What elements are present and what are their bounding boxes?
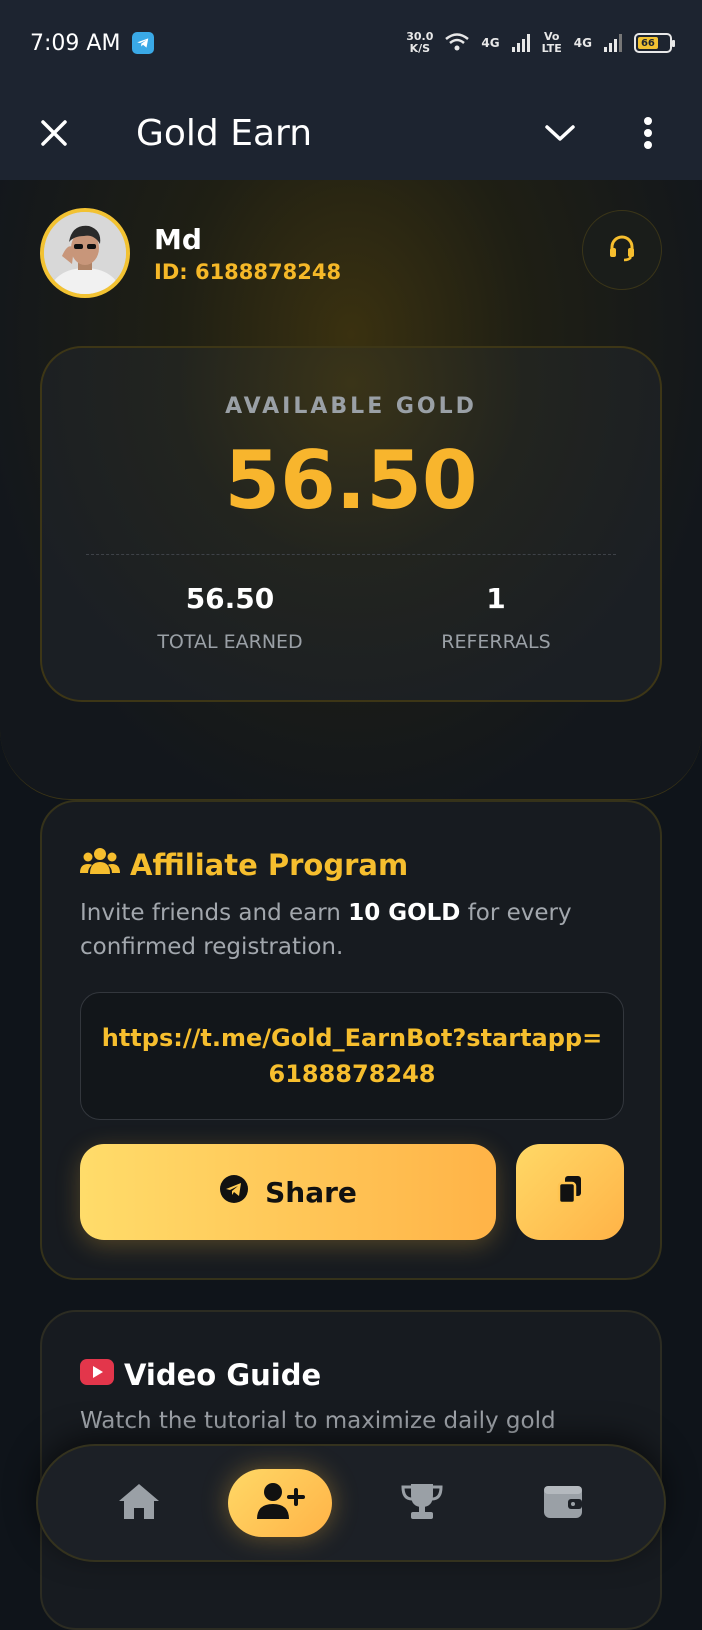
referrals-label: REFERRALS bbox=[441, 631, 551, 653]
volte-badge: Vo LTE bbox=[541, 30, 562, 55]
copy-icon bbox=[556, 1174, 584, 1210]
stat-referrals: 1 REFERRALS bbox=[396, 582, 596, 653]
user-id: ID: 6188878248 bbox=[154, 259, 342, 284]
referrals-value: 1 bbox=[486, 582, 506, 615]
share-button[interactable]: Share bbox=[80, 1144, 496, 1240]
top-bar: 7:09 AM 30.0 K/S 4G Vo LTE 4G 66 Gold Ea… bbox=[0, 0, 702, 180]
support-button[interactable] bbox=[582, 210, 662, 290]
wifi-icon bbox=[445, 32, 470, 55]
referral-link[interactable]: https://t.me/Gold_EarnBot?startapp=61888… bbox=[80, 992, 624, 1120]
add-user-icon bbox=[255, 1481, 306, 1525]
battery-level: 66 bbox=[638, 37, 658, 49]
signal-icon-2 bbox=[604, 34, 622, 52]
available-gold-value: 56.50 bbox=[224, 434, 478, 527]
youtube-icon bbox=[80, 1358, 114, 1392]
header-section: Md ID: 6188878248 AVAILABLE GOLD 56.50 5… bbox=[0, 180, 702, 800]
total-earned-value: 56.50 bbox=[185, 582, 275, 615]
signal-icon-1 bbox=[511, 34, 530, 52]
app-title: Gold Earn bbox=[136, 112, 313, 154]
chevron-down-icon[interactable] bbox=[538, 111, 582, 155]
net-speed: 30.0 K/S bbox=[406, 30, 434, 55]
user-name: Md bbox=[154, 222, 202, 256]
close-icon[interactable] bbox=[32, 111, 76, 155]
divider bbox=[86, 554, 616, 555]
stat-total-earned: 56.50 TOTAL EARNED bbox=[130, 582, 330, 653]
status-time: 7:09 AM bbox=[30, 30, 121, 56]
nav-home[interactable] bbox=[87, 1469, 191, 1537]
video-guide-title: Video Guide bbox=[80, 1358, 321, 1392]
home-icon bbox=[117, 1481, 161, 1525]
headset-icon bbox=[607, 233, 637, 267]
avatar bbox=[40, 208, 130, 298]
affiliate-title: Affiliate Program bbox=[80, 846, 408, 883]
telegram-icon bbox=[219, 1174, 249, 1211]
network-type-2: 4G bbox=[573, 36, 592, 50]
network-type-1: 4G bbox=[481, 36, 500, 50]
battery-icon: 66 bbox=[634, 33, 675, 53]
gold-balance-card: AVAILABLE GOLD 56.50 56.50 TOTAL EARNED … bbox=[40, 346, 662, 702]
bottom-nav bbox=[36, 1444, 666, 1562]
title-bar: Gold Earn bbox=[0, 86, 702, 180]
copy-link-button[interactable] bbox=[516, 1144, 624, 1240]
users-icon bbox=[80, 846, 120, 883]
total-earned-label: TOTAL EARNED bbox=[157, 631, 303, 653]
trophy-icon bbox=[400, 1481, 444, 1525]
video-guide-description: Watch the tutorial to maximize daily gol… bbox=[80, 1408, 556, 1434]
nav-wallet[interactable] bbox=[511, 1469, 615, 1537]
profile: Md ID: 6188878248 bbox=[40, 208, 341, 298]
nav-leaderboard[interactable] bbox=[370, 1469, 474, 1537]
status-bar: 7:09 AM 30.0 K/S 4G Vo LTE 4G 66 bbox=[0, 0, 702, 86]
share-label: Share bbox=[265, 1175, 357, 1209]
telegram-icon bbox=[132, 32, 155, 54]
wallet-icon bbox=[542, 1482, 584, 1524]
more-menu-icon[interactable] bbox=[626, 111, 670, 155]
affiliate-description: Invite friends and earn 10 GOLD for ever… bbox=[80, 900, 572, 960]
available-gold-label: AVAILABLE GOLD bbox=[225, 394, 477, 419]
nav-referrals[interactable] bbox=[228, 1469, 333, 1537]
affiliate-card: Affiliate Program Invite friends and ear… bbox=[40, 800, 662, 1280]
